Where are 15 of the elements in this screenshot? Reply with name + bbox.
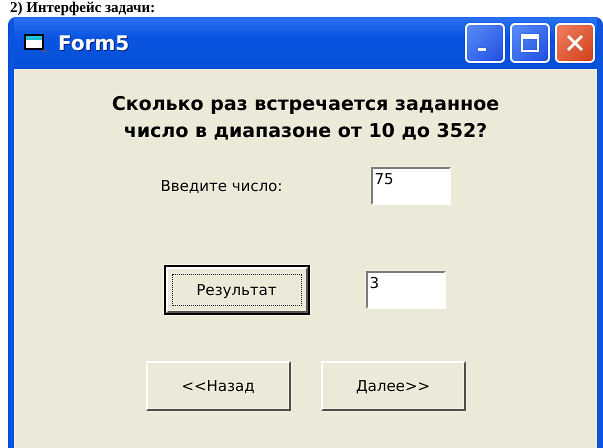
minimize-icon [478,48,486,50]
minimize-button[interactable] [465,23,505,63]
section-heading: 2) Интерфейс задачи: [9,0,156,17]
close-button[interactable] [555,23,595,63]
close-icon [564,32,586,54]
result-output[interactable]: 3 [366,271,446,309]
number-label: Введите число: [160,177,282,195]
result-button[interactable]: Результат [166,267,308,313]
window-title: Form5 [58,31,130,55]
maximize-icon [519,32,541,54]
question-text: Сколько раз встречается заданное число в диапазоне от 10 до 352? [110,92,500,144]
number-input[interactable]: 75 [370,167,450,205]
back-button[interactable]: <<Назад [146,361,290,411]
next-button[interactable]: Далее>> [320,361,466,411]
maximize-button[interactable] [510,23,550,63]
